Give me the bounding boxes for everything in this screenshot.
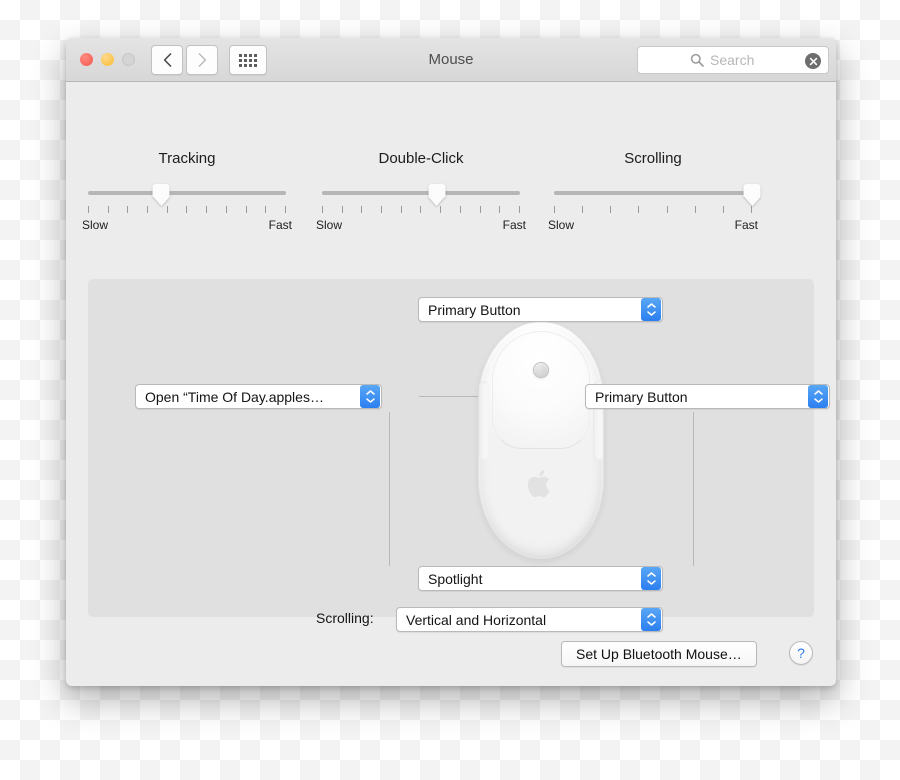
track-line (554, 191, 752, 195)
mouse-button-seam (492, 331, 590, 449)
left-button-popup[interactable]: Open “Time Of Day.apples… (135, 384, 382, 409)
connector-side-right-vertical (693, 412, 694, 566)
slider-double-click-labels: Slow Fast (316, 218, 526, 232)
slider-scrolling: Scrolling Slow Fast (538, 150, 768, 232)
right-button-popup-label: Primary Button (595, 388, 688, 405)
slider-double-click: Double-Click Slow Fast (306, 150, 536, 232)
side-buttons-popup-label: Spotlight (428, 570, 483, 587)
scrolling-field-label: Scrolling: (316, 610, 374, 626)
scrolling-popup[interactable]: Vertical and Horizontal (396, 607, 663, 632)
search-field[interactable]: Search (637, 46, 829, 74)
slider-tracking-title: Tracking (158, 150, 216, 167)
slider-double-click-ticks (322, 206, 520, 215)
stepper-icon[interactable] (808, 385, 828, 408)
stepper-icon[interactable] (360, 385, 380, 408)
left-button-popup-label: Open “Time Of Day.apples… (145, 388, 324, 405)
slider-scrolling-min-label: Slow (548, 218, 575, 232)
slider-double-click-min-label: Slow (316, 218, 343, 232)
stepper-icon[interactable] (641, 608, 661, 631)
slider-scrolling-ticks (554, 206, 752, 215)
help-icon: ? (797, 645, 805, 661)
stepper-icon[interactable] (641, 567, 661, 590)
mouse-preferences-window: Mouse Search Tracking Slow Fast Double-C… (66, 38, 836, 686)
search-icon (690, 53, 704, 72)
mouse-configuration-panel: Primary Button Open “Time Of Day.apples…… (88, 279, 830, 632)
apple-mighty-mouse-illustration (478, 321, 604, 559)
top-button-popup[interactable]: Primary Button (418, 297, 663, 322)
apple-logo (527, 469, 554, 499)
top-button-popup-label: Primary Button (428, 301, 521, 318)
track-line (322, 191, 520, 195)
slider-double-click-max-label: Fast (502, 218, 526, 232)
connector-side-left-vertical (389, 412, 390, 566)
setup-bluetooth-mouse-label: Set Up Bluetooth Mouse… (576, 646, 742, 662)
slider-scrolling-max-label: Fast (734, 218, 758, 232)
slider-tracking-ticks (88, 206, 286, 215)
slider-tracking-max-label: Fast (268, 218, 292, 232)
window-titlebar: Mouse Search (66, 38, 836, 82)
clear-icon[interactable] (805, 53, 821, 69)
slider-scrolling-title: Scrolling (624, 150, 682, 167)
help-button[interactable]: ? (789, 641, 813, 665)
slider-scrolling-thumb[interactable] (743, 184, 761, 206)
slider-tracking-track[interactable] (88, 184, 286, 206)
search-input-placeholder: Search (710, 52, 755, 68)
slider-double-click-title: Double-Click (378, 150, 464, 167)
setup-bluetooth-mouse-button[interactable]: Set Up Bluetooth Mouse… (561, 641, 757, 667)
right-button-popup[interactable]: Primary Button (585, 384, 830, 409)
scroll-ball (533, 362, 549, 378)
slider-tracking-labels: Slow Fast (82, 218, 292, 232)
track-line (88, 191, 286, 195)
slider-scrolling-track[interactable] (554, 184, 761, 206)
slider-scrolling-labels: Slow Fast (548, 218, 758, 232)
scrolling-popup-label: Vertical and Horizontal (406, 611, 547, 628)
slider-tracking-thumb[interactable] (152, 184, 170, 206)
side-buttons-popup[interactable]: Spotlight (418, 566, 663, 591)
slider-tracking: Tracking Slow Fast (72, 150, 302, 232)
mouse-side-button-left (479, 381, 489, 461)
stepper-icon[interactable] (641, 298, 661, 321)
slider-double-click-track[interactable] (322, 184, 520, 206)
slider-double-click-thumb[interactable] (428, 184, 446, 206)
preferences-body: Tracking Slow Fast Double-Click Slow Fas… (66, 82, 836, 685)
slider-tracking-min-label: Slow (82, 218, 109, 232)
